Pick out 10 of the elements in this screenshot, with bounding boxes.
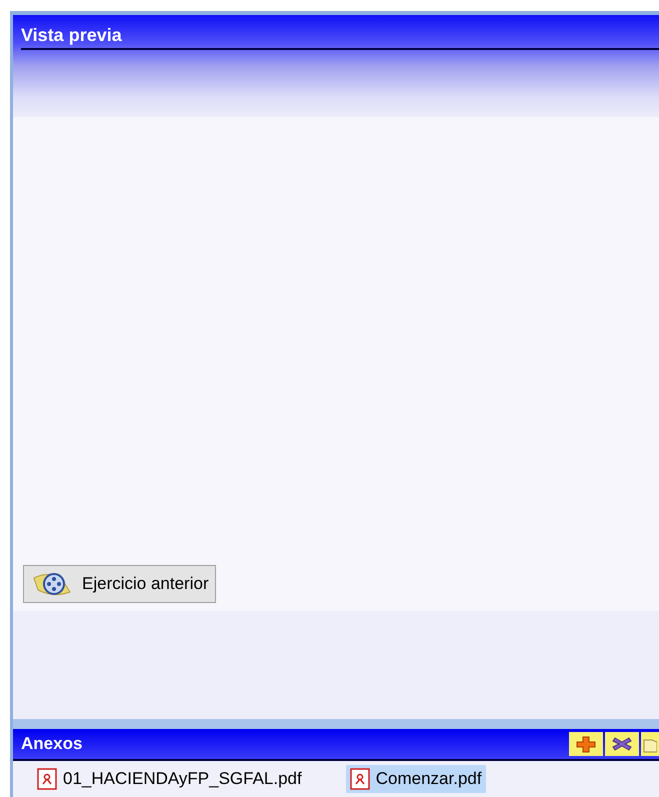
panel-title: Vista previa: [21, 25, 659, 50]
file-item[interactable]: 01_HACIENDAyFP_SGFAL.pdf: [33, 765, 306, 793]
folder-icon[interactable]: [641, 732, 659, 756]
attachments-title: Anexos: [21, 734, 82, 754]
file-item[interactable]: Comenzar.pdf: [346, 765, 486, 793]
pdf-icon: [350, 768, 370, 790]
previous-year-button[interactable]: Ejercicio anterior: [23, 565, 216, 603]
delete-icon[interactable]: [605, 732, 639, 756]
add-icon[interactable]: [569, 732, 603, 756]
pdf-icon: [37, 768, 57, 790]
